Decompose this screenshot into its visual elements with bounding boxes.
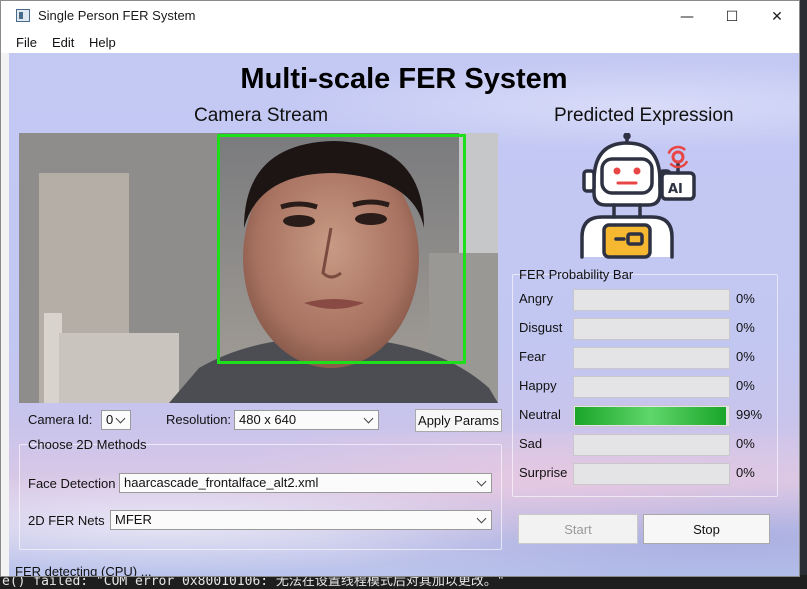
methods-groupbox <box>19 444 502 550</box>
probability-percent: 99% <box>736 407 763 422</box>
probability-title: FER Probability Bar <box>519 267 634 282</box>
camera-id-select[interactable]: 0 <box>101 410 131 430</box>
app-window: Single Person FER System — ☐ ✕ File Edit… <box>0 0 800 577</box>
main-panel: Multi-scale FER System Camera Stream Pre… <box>9 53 799 577</box>
resolution-select[interactable]: 480 x 640 <box>234 410 379 430</box>
probability-bar <box>573 434 730 456</box>
probability-label: Neutral <box>519 407 561 422</box>
resolution-label: Resolution: <box>166 412 232 427</box>
probability-bar <box>573 347 730 369</box>
probability-bar <box>573 289 730 311</box>
close-button[interactable]: ✕ <box>754 1 799 32</box>
fer-nets-select[interactable]: MFER <box>110 510 492 530</box>
svg-text:AI: AI <box>668 182 683 197</box>
face-detection-value: haarcascade_frontalface_alt2.xml <box>124 475 319 490</box>
menu-file[interactable]: File <box>16 35 37 50</box>
stop-button[interactable]: Stop <box>643 514 770 544</box>
chevron-down-icon <box>476 513 487 524</box>
page-title: Multi-scale FER System <box>240 63 568 95</box>
fer-nets-value: MFER <box>115 512 152 527</box>
fer-nets-label: 2D FER Nets <box>28 513 105 528</box>
probability-bar <box>573 463 730 485</box>
probability-bar <box>573 405 730 427</box>
maximize-button[interactable]: ☐ <box>709 1 755 32</box>
probability-label: Happy <box>519 378 557 393</box>
probability-percent: 0% <box>736 465 755 480</box>
face-detection-label: Face Detection <box>28 476 116 491</box>
camera-stream-title: Camera Stream <box>194 105 329 126</box>
chevron-down-icon <box>363 413 374 424</box>
status-bar: FER detecting (CPU) ... <box>15 564 152 577</box>
app-icon <box>16 9 30 22</box>
probability-label: Sad <box>519 436 543 451</box>
probability-percent: 0% <box>736 436 755 451</box>
face-detection-select[interactable]: haarcascade_frontalface_alt2.xml <box>119 473 492 493</box>
start-button[interactable]: Start <box>518 514 638 544</box>
menu-help[interactable]: Help <box>89 35 116 50</box>
probability-bar-fill <box>575 407 727 425</box>
menu-edit[interactable]: Edit <box>52 35 74 50</box>
probability-percent: 0% <box>736 349 755 364</box>
face-detection-box <box>217 134 466 364</box>
probability-bar <box>573 376 730 398</box>
probability-label: Angry <box>519 291 553 306</box>
window-title: Single Person FER System <box>38 8 196 23</box>
background-terminal <box>799 0 807 589</box>
chevron-down-icon <box>476 476 487 487</box>
probability-bar <box>573 318 730 340</box>
apply-params-button[interactable]: Apply Params <box>415 409 502 432</box>
probability-label: Surprise <box>519 465 568 480</box>
menu-bar: File Edit Help <box>1 32 799 53</box>
minimize-button[interactable]: — <box>664 1 710 32</box>
camera-stream-view <box>19 133 498 403</box>
methods-group-title: Choose 2D Methods <box>28 437 147 452</box>
title-bar: Single Person FER System — ☐ ✕ <box>1 1 799 32</box>
probability-percent: 0% <box>736 320 755 335</box>
camera-id-label: Camera Id: <box>28 412 93 427</box>
predicted-expression-title: Predicted Expression <box>554 105 734 126</box>
probability-percent: 0% <box>736 291 755 306</box>
chevron-down-icon <box>115 413 126 424</box>
robot-ai-icon: AI <box>580 133 696 259</box>
resolution-value: 480 x 640 <box>239 412 297 427</box>
probability-label: Disgust <box>519 320 563 335</box>
camera-id-value: 0 <box>106 412 114 427</box>
terminal-output: e() failed: "COM error 0x80010106: 无法在设置… <box>0 575 807 589</box>
probability-label: Fear <box>519 349 546 364</box>
probability-percent: 0% <box>736 378 755 393</box>
